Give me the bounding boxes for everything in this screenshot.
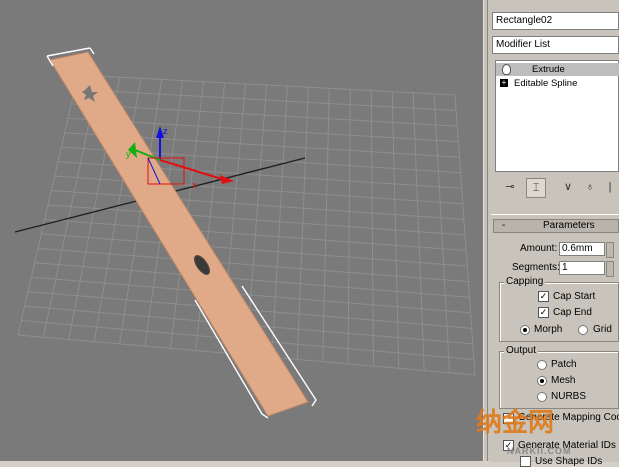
morph-radio[interactable]	[520, 325, 530, 335]
modifier-stack[interactable]: Extrude + Editable Spline	[495, 60, 619, 172]
collapse-icon: -	[502, 220, 506, 231]
watermark-text: NARKII.COM	[507, 446, 572, 456]
grid-line	[34, 262, 470, 298]
selection-bracket-top-right	[89, 47, 95, 55]
mesh-label: Mesh	[551, 375, 576, 386]
grid-line	[41, 233, 468, 267]
cap-end-label: Cap End	[553, 307, 592, 318]
segments-label: Segments:	[512, 262, 560, 273]
viewport-scene: z y x	[14, 47, 476, 419]
cap-end-checkbox[interactable]: ✓	[538, 307, 549, 318]
grid-line	[44, 218, 467, 252]
pin-stack-icon[interactable]: ⊸	[502, 178, 518, 196]
plus-box-icon[interactable]: +	[500, 79, 508, 87]
capping-title: Capping	[504, 276, 546, 287]
stack-toolbar: ⊸ ⌶ ∨ ♁ |	[488, 176, 619, 200]
spinner-arrows-icon[interactable]	[606, 261, 614, 277]
gizmo-x-label: x	[192, 180, 197, 190]
grid-label: Grid	[593, 324, 612, 335]
nurbs-label: NURBS	[551, 391, 587, 402]
grid-line	[37, 247, 469, 283]
gizmo-z-label: z	[163, 126, 168, 136]
patch-label: Patch	[551, 359, 577, 370]
cap-start-label: Cap Start	[553, 291, 596, 302]
watermark-logo: 纳金网	[476, 407, 555, 437]
rollout-title: Parameters	[543, 220, 595, 231]
parameters-rollout-header[interactable]: - Parameters	[493, 219, 619, 233]
grid-line	[31, 276, 471, 314]
amount-label: Amount:	[520, 243, 558, 254]
stack-item-label: Extrude	[532, 64, 565, 75]
object-name-field[interactable]: Rectangle02	[492, 12, 619, 30]
stack-item-extrude[interactable]: Extrude	[496, 63, 619, 76]
configure-sets-icon[interactable]: |	[604, 178, 616, 196]
patch-radio[interactable]	[537, 360, 547, 370]
output-title: Output	[504, 345, 539, 356]
modifier-list-dropdown[interactable]: Modifier List	[492, 36, 619, 54]
bulb-icon[interactable]	[502, 64, 511, 75]
gizmo-y-label: y	[126, 149, 131, 159]
remove-modifier-icon[interactable]: ♁	[582, 178, 598, 196]
mesh-radio[interactable]	[537, 376, 547, 386]
stack-item-label: Editable Spline	[514, 78, 578, 89]
spinner-arrows-icon[interactable]	[606, 242, 614, 258]
stack-item-editable-spline[interactable]: + Editable Spline	[496, 77, 619, 90]
grid-radio[interactable]	[578, 325, 588, 335]
show-end-result-icon[interactable]: ⌶	[526, 178, 546, 198]
perspective-viewport[interactable]: z y x	[0, 0, 483, 461]
use-shape-ids-label: Use Shape IDs	[535, 456, 603, 467]
cap-start-checkbox[interactable]: ✓	[538, 291, 549, 302]
amount-spinner[interactable]: 0.6mm	[559, 242, 605, 256]
nurbs-radio[interactable]	[537, 392, 547, 402]
make-unique-icon[interactable]: ∨	[560, 178, 576, 196]
morph-label: Morph	[534, 324, 563, 335]
use-shape-ids-checkbox[interactable]	[520, 456, 531, 467]
grid-line	[454, 94, 476, 376]
segments-spinner[interactable]: 1	[559, 261, 605, 275]
